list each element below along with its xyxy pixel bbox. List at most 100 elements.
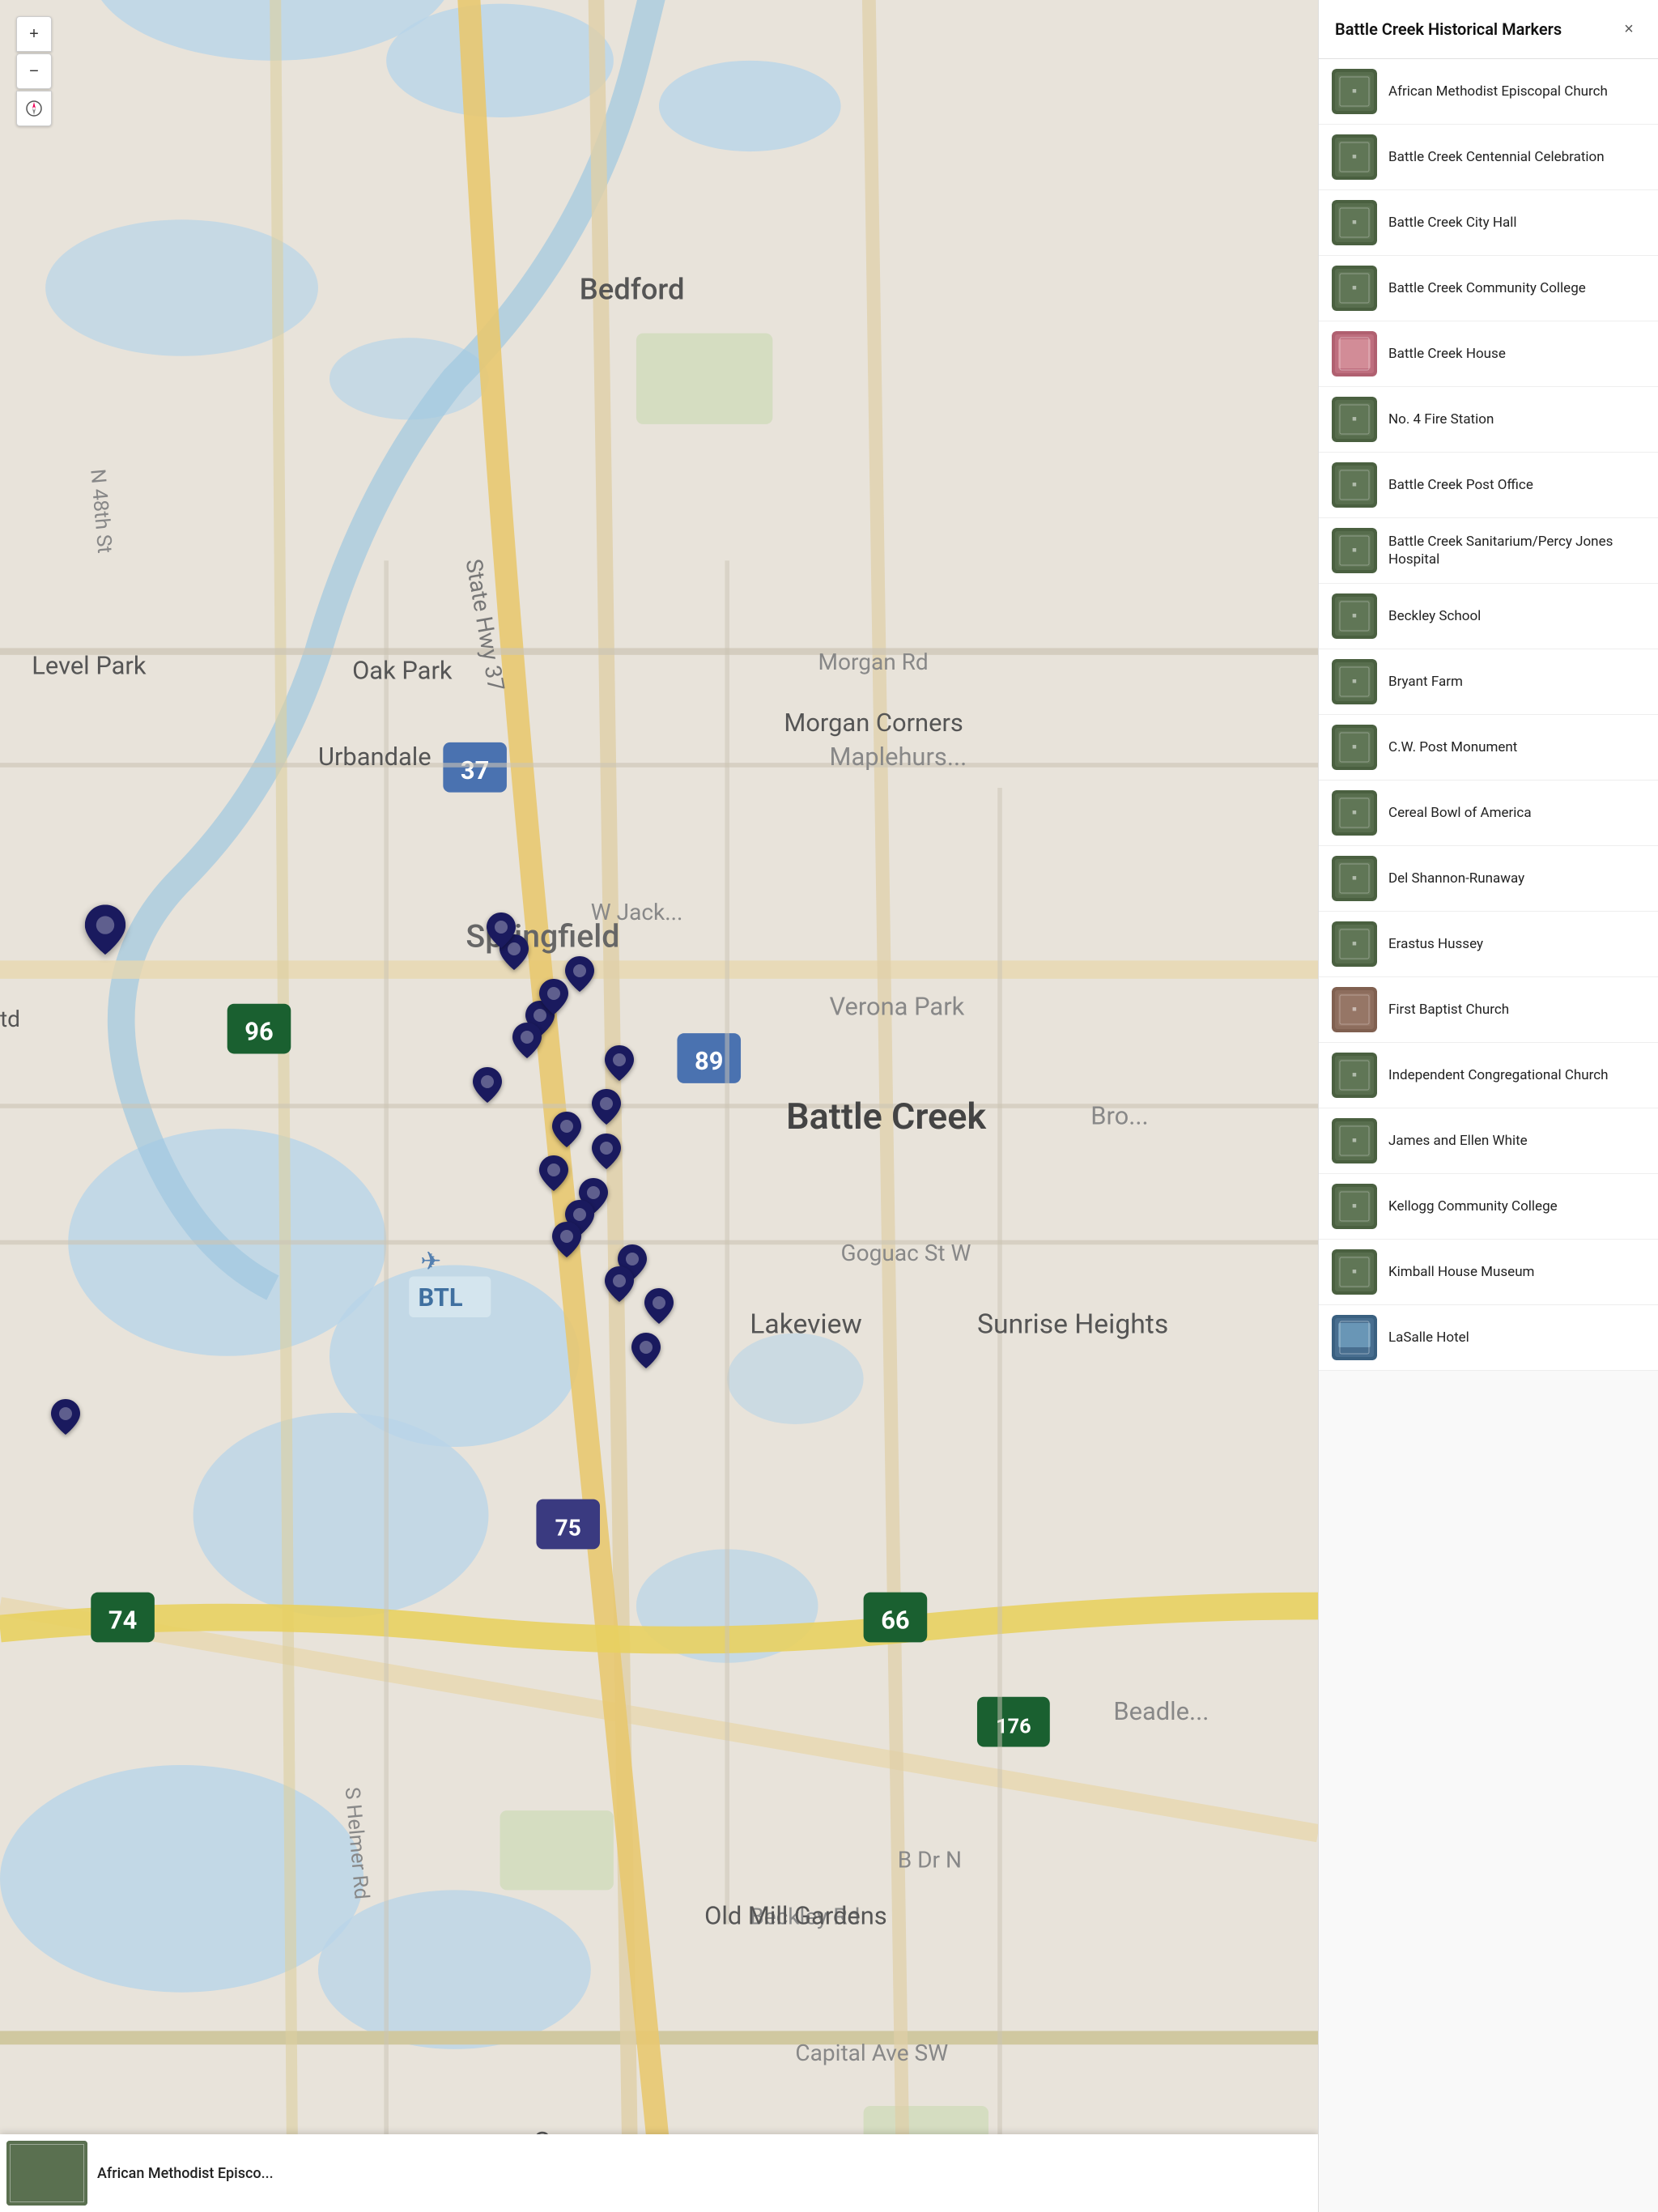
list-item[interactable]: ▪ Bryant Farm [1319,649,1658,715]
list-thumb: ▪ [1332,134,1377,180]
svg-text:Beadle...: Beadle... [1113,1696,1209,1726]
list-label: Independent Congregational Church [1388,1066,1608,1084]
svg-text:Urbandale: Urbandale [318,742,432,772]
list-label: Cereal Bowl of America [1388,804,1532,822]
list-label: Battle Creek City Hall [1388,214,1517,232]
list-label: Battle Creek Community College [1388,279,1586,297]
list-item[interactable]: ▪ First Baptist Church [1319,977,1658,1043]
list-thumb [1332,331,1377,376]
svg-text:✈: ✈ [420,1246,441,1276]
list-item[interactable]: ▪ Kellogg Community College [1319,1174,1658,1240]
list-label: James and Ellen White [1388,1132,1528,1150]
map-pin-standalone[interactable] [85,904,125,959]
map-pin[interactable] [539,1155,568,1194]
svg-text:BTL: BTL [418,1283,462,1312]
svg-text:▪: ▪ [1352,935,1357,952]
map-pin[interactable] [552,1222,581,1261]
svg-text:89: 89 [695,1046,723,1076]
list-thumb: ▪ [1332,987,1377,1032]
map-pin[interactable] [487,912,516,951]
svg-text:▪: ▪ [1352,673,1357,690]
list-item[interactable]: ▪ Battle Creek Community College [1319,256,1658,321]
list-item[interactable]: ▪ African Methodist Episcopal Church [1319,59,1658,125]
map-pin[interactable] [644,1288,674,1327]
list-label: Kellogg Community College [1388,1197,1558,1215]
list-thumb: ▪ [1332,659,1377,704]
list-label: Beckley School [1388,607,1481,625]
map-pin[interactable] [565,956,594,995]
list-item[interactable]: ▪ Del Shannon-Runaway [1319,846,1658,912]
map-pin[interactable] [592,1089,621,1128]
list-item[interactable]: ▪ Cereal Bowl of America [1319,781,1658,846]
svg-text:▪: ▪ [1352,1132,1357,1149]
list-label: Battle Creek Centennial Celebration [1388,148,1605,166]
list-thumb: ▪ [1332,462,1377,508]
panel: Battle Creek Historical Markers × ▪ Afri… [1318,0,1658,2212]
map-pin[interactable] [631,1333,661,1372]
list-thumb: ▪ [1332,1118,1377,1163]
list-item[interactable]: ▪ Battle Creek Centennial Celebration [1319,125,1658,190]
map-pin[interactable] [592,1134,621,1172]
svg-text:▪: ▪ [1352,870,1357,887]
list-item[interactable]: ▪ Kimball House Museum [1319,1240,1658,1305]
list-item[interactable]: ▪ Beckley School [1319,584,1658,649]
svg-text:▪: ▪ [1352,148,1357,165]
list-label: Kimball House Museum [1388,1263,1534,1281]
list-item[interactable]: LaSalle Hotel [1319,1305,1658,1371]
list-thumb: ▪ [1332,725,1377,770]
svg-text:▪: ▪ [1352,1197,1357,1214]
list-item[interactable]: ▪ No. 4 Fire Station [1319,387,1658,453]
svg-text:Oak Park: Oak Park [352,655,453,685]
zoom-in-button[interactable]: + [16,16,52,52]
map-pin[interactable] [539,979,568,1018]
map-popup[interactable]: African Methodist Episco... [0,2134,1318,2212]
list-thumb: ▪ [1332,266,1377,311]
list-label: Battle Creek Sanitarium/Percy Jones Hosp… [1388,533,1645,568]
list-item[interactable]: Battle Creek House [1319,321,1658,387]
list-thumb: ▪ [1332,856,1377,901]
svg-text:▪: ▪ [1352,1001,1357,1018]
list-item[interactable]: ▪ Erastus Hussey [1319,912,1658,977]
list-item[interactable]: ▪ Independent Congregational Church [1319,1043,1658,1108]
list-label: Erastus Hussey [1388,935,1483,953]
list-label: Battle Creek Post Office [1388,476,1533,494]
map-pin[interactable] [552,1112,581,1151]
close-panel-button[interactable]: × [1616,16,1642,42]
svg-text:96: 96 [244,1017,273,1047]
list-label: No. 4 Fire Station [1388,410,1494,428]
map-pin[interactable] [51,1399,80,1438]
list-thumb: ▪ [1332,397,1377,442]
map-container[interactable]: 37 89 96 66 74 176 Banfield Rd Mud Lake … [0,0,1318,2212]
svg-text:B Dr N: B Dr N [898,1846,962,1873]
map-pin[interactable] [473,1067,502,1106]
svg-text:▪: ▪ [1352,542,1357,559]
list-item[interactable]: ▪ Battle Creek Post Office [1319,453,1658,518]
zoom-out-button[interactable]: − [16,53,52,89]
svg-text:Battle Creek: Battle Creek [786,1095,987,1138]
list-thumb: ▪ [1332,790,1377,836]
list-label: Battle Creek House [1388,345,1506,363]
svg-text:74: 74 [108,1606,137,1636]
svg-text:Goguac St W: Goguac St W [841,1240,971,1266]
svg-text:66: 66 [881,1606,909,1636]
list-thumb: ▪ [1332,200,1377,245]
list-item[interactable]: ▪ James and Ellen White [1319,1108,1658,1174]
list-thumb: ▪ [1332,69,1377,114]
compass-button[interactable] [16,91,52,126]
list-label: C.W. Post Monument [1388,738,1517,756]
list-item[interactable]: ▪ Battle Creek City Hall [1319,190,1658,256]
map-controls: + − [16,16,52,126]
svg-text:75: 75 [555,1515,581,1542]
map-pin[interactable] [512,1023,542,1061]
popup-thumbnail [6,2141,87,2206]
svg-text:Bro...: Bro... [1090,1100,1148,1130]
list-thumb [1332,1315,1377,1360]
list-item[interactable]: ▪ C.W. Post Monument [1319,715,1658,781]
svg-text:▪: ▪ [1352,607,1357,624]
map-pin[interactable] [605,1266,634,1305]
list-thumb: ▪ [1332,1053,1377,1098]
list-label: First Baptist Church [1388,1001,1509,1019]
list-thumb: ▪ [1332,1184,1377,1229]
map-pin[interactable] [605,1045,634,1084]
list-item[interactable]: ▪ Battle Creek Sanitarium/Percy Jones Ho… [1319,518,1658,584]
